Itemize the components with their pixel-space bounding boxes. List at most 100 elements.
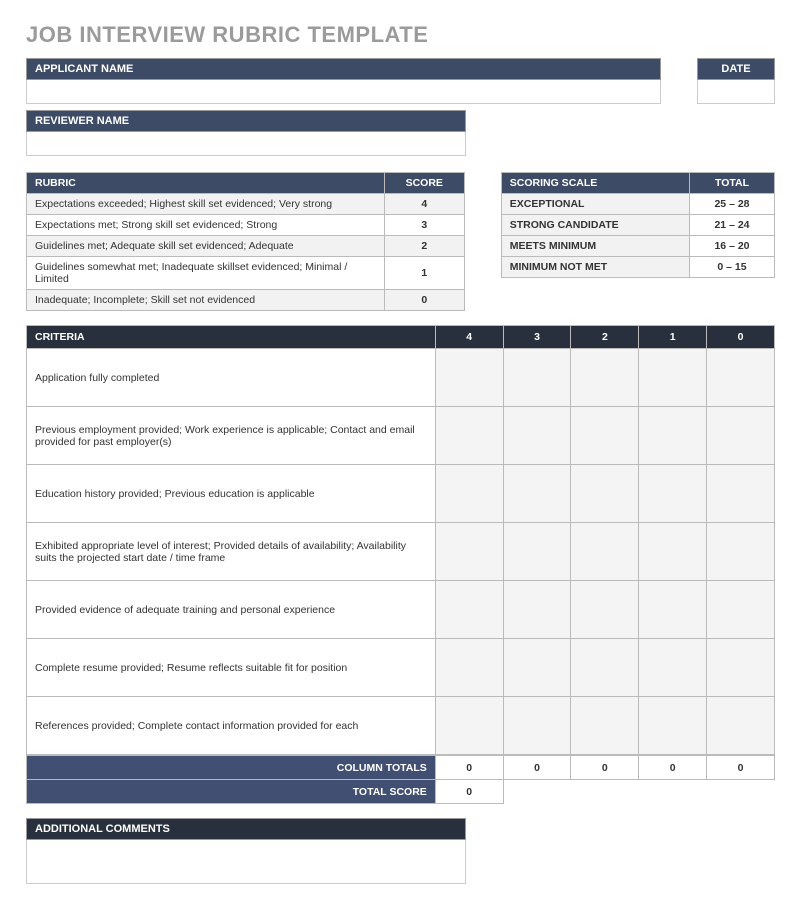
- score-cell[interactable]: [435, 349, 503, 407]
- scale-label: STRONG CANDIDATE: [501, 215, 689, 236]
- criteria-col-2: 2: [571, 326, 639, 349]
- scale-range: 0 – 15: [690, 257, 775, 278]
- table-row: Inadequate; Incomplete; Skill set not ev…: [27, 290, 465, 311]
- scale-label: EXCEPTIONAL: [501, 194, 689, 215]
- reviewer-name-header: REVIEWER NAME: [26, 110, 466, 132]
- reviewer-name-input[interactable]: [26, 132, 466, 156]
- rubric-score: 3: [384, 215, 464, 236]
- score-cell[interactable]: [435, 639, 503, 697]
- scale-label: MINIMUM NOT MET: [501, 257, 689, 278]
- criteria-table: CRITERIA 4 3 2 1 0 Application fully com…: [26, 325, 775, 755]
- criteria-col-0: 0: [707, 326, 775, 349]
- table-row: EXCEPTIONAL25 – 28: [501, 194, 774, 215]
- page-title: JOB INTERVIEW RUBRIC TEMPLATE: [26, 22, 775, 48]
- score-cell[interactable]: [571, 523, 639, 581]
- score-cell[interactable]: [435, 523, 503, 581]
- score-cell[interactable]: [503, 349, 571, 407]
- score-cell[interactable]: [571, 697, 639, 755]
- score-cell[interactable]: [435, 581, 503, 639]
- rubric-desc: Expectations exceeded; Highest skill set…: [27, 194, 385, 215]
- score-cell[interactable]: [503, 465, 571, 523]
- table-row: MINIMUM NOT MET0 – 15: [501, 257, 774, 278]
- criteria-col-1: 1: [639, 326, 707, 349]
- score-cell[interactable]: [639, 465, 707, 523]
- col-total: 0: [503, 756, 571, 780]
- score-cell[interactable]: [707, 639, 775, 697]
- score-cell[interactable]: [571, 639, 639, 697]
- table-row: Expectations exceeded; Highest skill set…: [27, 194, 465, 215]
- criteria-text: Application fully completed: [27, 349, 436, 407]
- score-cell[interactable]: [707, 349, 775, 407]
- col-total: 0: [707, 756, 775, 780]
- table-row: Guidelines met; Adequate skill set evide…: [27, 236, 465, 257]
- rubric-score: 1: [384, 257, 464, 290]
- score-cell[interactable]: [435, 697, 503, 755]
- scoring-scale-table: SCORING SCALE TOTAL EXCEPTIONAL25 – 28 S…: [501, 172, 775, 278]
- score-cell[interactable]: [707, 465, 775, 523]
- score-cell[interactable]: [707, 407, 775, 465]
- criteria-text: Complete resume provided; Resume reflect…: [27, 639, 436, 697]
- score-cell[interactable]: [639, 523, 707, 581]
- col-total: 0: [571, 756, 639, 780]
- criteria-col-4: 4: [435, 326, 503, 349]
- additional-comments-input[interactable]: [26, 840, 466, 884]
- rubric-desc: Guidelines met; Adequate skill set evide…: [27, 236, 385, 257]
- applicant-name-header: APPLICANT NAME: [26, 58, 661, 80]
- table-row: Previous employment provided; Work exper…: [27, 407, 775, 465]
- scale-label: MEETS MINIMUM: [501, 236, 689, 257]
- criteria-header: CRITERIA: [27, 326, 436, 349]
- score-cell[interactable]: [503, 697, 571, 755]
- applicant-name-input[interactable]: [26, 80, 661, 104]
- score-cell[interactable]: [435, 407, 503, 465]
- score-cell[interactable]: [639, 639, 707, 697]
- criteria-text: References provided; Complete contact in…: [27, 697, 436, 755]
- score-cell[interactable]: [707, 523, 775, 581]
- score-cell[interactable]: [503, 523, 571, 581]
- table-row: Provided evidence of adequate training a…: [27, 581, 775, 639]
- score-cell[interactable]: [639, 349, 707, 407]
- scoring-scale-header: SCORING SCALE: [501, 173, 689, 194]
- table-row: References provided; Complete contact in…: [27, 697, 775, 755]
- table-row: Education history provided; Previous edu…: [27, 465, 775, 523]
- criteria-text: Education history provided; Previous edu…: [27, 465, 436, 523]
- score-cell[interactable]: [571, 465, 639, 523]
- rubric-desc: Expectations met; Strong skill set evide…: [27, 215, 385, 236]
- rubric-score: 0: [384, 290, 464, 311]
- score-cell[interactable]: [639, 697, 707, 755]
- score-cell[interactable]: [503, 581, 571, 639]
- table-row: Exhibited appropriate level of interest;…: [27, 523, 775, 581]
- rubric-desc: Inadequate; Incomplete; Skill set not ev…: [27, 290, 385, 311]
- col-total: 0: [639, 756, 707, 780]
- rubric-header: RUBRIC: [27, 173, 385, 194]
- total-score-value: 0: [435, 780, 503, 804]
- score-cell[interactable]: [639, 407, 707, 465]
- score-cell[interactable]: [707, 697, 775, 755]
- score-cell[interactable]: [707, 581, 775, 639]
- criteria-text: Exhibited appropriate level of interest;…: [27, 523, 436, 581]
- score-cell[interactable]: [571, 349, 639, 407]
- scale-range: 16 – 20: [690, 236, 775, 257]
- rubric-score: 2: [384, 236, 464, 257]
- scale-range: 21 – 24: [690, 215, 775, 236]
- column-totals-label: COLUMN TOTALS: [27, 756, 436, 780]
- score-cell[interactable]: [639, 581, 707, 639]
- scale-range: 25 – 28: [690, 194, 775, 215]
- date-header: DATE: [697, 58, 775, 80]
- date-input[interactable]: [697, 80, 775, 104]
- table-row: Expectations met; Strong skill set evide…: [27, 215, 465, 236]
- rubric-table: RUBRIC SCORE Expectations exceeded; High…: [26, 172, 465, 311]
- score-cell[interactable]: [503, 407, 571, 465]
- criteria-text: Previous employment provided; Work exper…: [27, 407, 436, 465]
- additional-comments-header: ADDITIONAL COMMENTS: [26, 818, 466, 840]
- table-row: Guidelines somewhat met; Inadequate skil…: [27, 257, 465, 290]
- table-row: Application fully completed: [27, 349, 775, 407]
- score-cell[interactable]: [503, 639, 571, 697]
- total-header: TOTAL: [690, 173, 775, 194]
- table-row: STRONG CANDIDATE21 – 24: [501, 215, 774, 236]
- score-header: SCORE: [384, 173, 464, 194]
- criteria-col-3: 3: [503, 326, 571, 349]
- score-cell[interactable]: [571, 407, 639, 465]
- score-cell[interactable]: [571, 581, 639, 639]
- score-cell[interactable]: [435, 465, 503, 523]
- col-total: 0: [435, 756, 503, 780]
